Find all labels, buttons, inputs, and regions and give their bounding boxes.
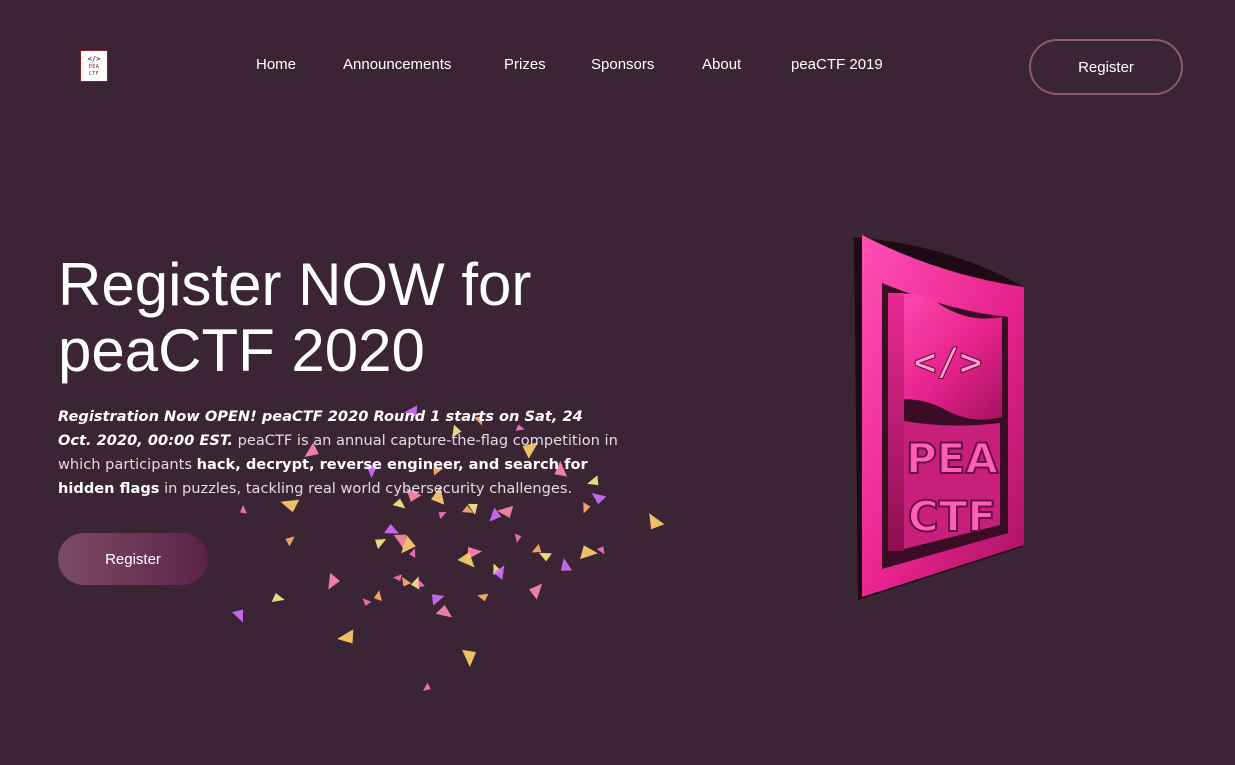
particle-triangle: [417, 579, 425, 588]
peactf-logo[interactable]: </> PEA CTF: [80, 50, 108, 82]
particle-triangle: [461, 505, 474, 513]
particle-triangle: [596, 546, 605, 555]
particle-triangle: [477, 593, 489, 602]
logo-text-pea: PEA: [88, 63, 100, 70]
particle-triangle: [401, 576, 412, 587]
particle-triangle: [497, 505, 514, 518]
hero-title-line-2: peaCTF 2020: [58, 317, 425, 384]
particle-triangle: [393, 574, 402, 582]
particle-triangle: [538, 552, 552, 562]
particle-triangle: [373, 590, 382, 602]
particle-triangle: [514, 533, 522, 543]
hero-description: Registration Now OPEN! peaCTF 2020 Round…: [58, 405, 618, 501]
particle-triangle: [240, 505, 247, 514]
particle-triangle: [467, 503, 478, 515]
particle-triangle: [435, 604, 453, 618]
nav-about[interactable]: About: [702, 56, 741, 73]
particle-triangle: [232, 609, 244, 623]
particle-triangle: [489, 507, 502, 522]
logo-code-glyph: </>: [87, 54, 101, 63]
peactf-flag-3d-icon: </> PEA CTF: [854, 235, 1024, 600]
register-hero-button[interactable]: Register: [58, 533, 208, 585]
flag-code-glyph: </>: [914, 340, 983, 384]
particle-triangle: [401, 535, 416, 554]
particle-triangle: [493, 563, 503, 575]
particle-triangle: [271, 592, 285, 603]
particle-triangle: [531, 543, 542, 553]
particle-triangle: [431, 594, 445, 606]
logo-text-ctf: CTF: [88, 70, 100, 77]
particle-triangle: [410, 576, 420, 590]
particle-triangle: [438, 511, 447, 520]
particle-triangle: [375, 538, 387, 550]
particle-triangle: [462, 649, 477, 667]
flag-text-ctf: CTF: [908, 492, 996, 541]
nav-home[interactable]: Home: [256, 56, 296, 73]
nav-prizes[interactable]: Prizes: [504, 56, 546, 73]
particle-triangle: [362, 598, 372, 606]
nav-announcements[interactable]: Announcements: [343, 56, 451, 73]
particle-triangle: [422, 682, 431, 691]
particle-triangle: [560, 558, 573, 571]
particle-triangle: [457, 552, 475, 568]
particle-triangle: [649, 513, 665, 530]
particle-triangle: [337, 629, 354, 644]
particle-triangle: [528, 583, 543, 600]
particle-triangle: [493, 565, 505, 581]
particle-triangle: [409, 548, 416, 558]
nav-peactf-2019[interactable]: peaCTF 2019: [791, 56, 883, 73]
hero-title-line-1: Register NOW for: [58, 251, 532, 318]
nav-sponsors[interactable]: Sponsors: [591, 56, 654, 73]
particle-triangle: [393, 534, 407, 549]
hero-title: Register NOW for peaCTF 2020: [58, 252, 678, 384]
description-text-2: in puzzles, tackling real world cybersec…: [159, 480, 573, 497]
particle-triangle: [285, 536, 295, 547]
particle-triangle: [384, 523, 400, 534]
particle-triangle: [328, 572, 340, 590]
flag-text-pea: PEA: [906, 434, 998, 483]
particle-triangle: [583, 502, 591, 514]
particle-triangle: [467, 546, 482, 560]
register-nav-button[interactable]: Register: [1029, 39, 1183, 95]
particle-triangle: [580, 545, 598, 560]
